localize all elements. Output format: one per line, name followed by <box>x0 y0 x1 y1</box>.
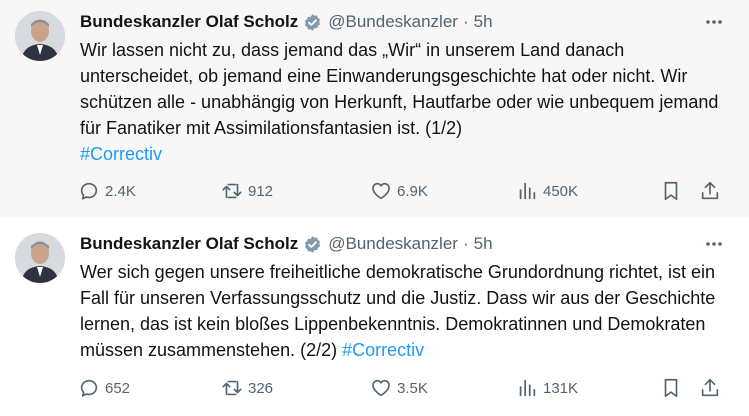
repost-button[interactable]: 912 <box>221 180 273 202</box>
like-icon <box>372 182 390 200</box>
tweet-text: Wer sich gegen unsere freiheitliche demo… <box>80 259 730 363</box>
author-name[interactable]: Bundeskanzler Olaf Scholz <box>80 234 298 254</box>
tweet-text: Wir lassen nicht zu, dass jemand das „Wi… <box>80 37 730 167</box>
like-button[interactable]: 6.9K <box>370 180 428 202</box>
separator-dot: · <box>462 234 469 253</box>
author-name[interactable]: Bundeskanzler Olaf Scholz <box>80 12 298 32</box>
timestamp[interactable]: 5h <box>474 12 493 32</box>
views-count: 450K <box>543 182 579 200</box>
tweet-2[interactable]: Bundeskanzler Olaf Scholz @Bundeskanzler… <box>0 218 749 416</box>
bookmark-button[interactable] <box>660 180 682 202</box>
like-count: 6.9K <box>397 182 428 200</box>
verified-badge-icon <box>303 13 322 32</box>
reply-icon <box>80 182 98 200</box>
separator-dot: · <box>462 12 469 31</box>
share-icon <box>701 378 719 397</box>
repost-count: 326 <box>248 379 274 397</box>
reply-icon <box>80 379 98 397</box>
tweet-body: Wir lassen nicht zu, dass jemand das „Wi… <box>80 40 719 138</box>
tweet-header: Bundeskanzler Olaf Scholz @Bundeskanzler… <box>80 233 493 255</box>
views-button[interactable]: 450K <box>516 180 578 202</box>
bookmark-icon <box>664 378 678 398</box>
repost-icon <box>222 380 242 396</box>
repost-button[interactable]: 326 <box>221 377 273 399</box>
verified-badge-icon <box>303 235 322 254</box>
like-button[interactable]: 3.5K <box>370 377 428 399</box>
more-icon[interactable] <box>703 11 725 33</box>
tweet-1[interactable]: Bundeskanzler Olaf Scholz @Bundeskanzler… <box>0 0 749 218</box>
bookmark-button[interactable] <box>660 377 682 399</box>
reply-count: 652 <box>105 379 131 397</box>
reply-button[interactable]: 652 <box>78 377 130 399</box>
author-handle[interactable]: @Bundeskanzler <box>328 234 458 254</box>
hashtag-link[interactable]: #Correctiv <box>342 340 424 360</box>
tweet-actions: 2.4K 912 6.9K 450K <box>78 180 728 202</box>
views-button[interactable]: 131K <box>516 377 578 399</box>
author-handle[interactable]: @Bundeskanzler <box>328 12 458 32</box>
tweet-header: Bundeskanzler Olaf Scholz @Bundeskanzler… <box>80 11 493 33</box>
repost-count: 912 <box>248 182 274 200</box>
timestamp[interactable]: 5h <box>474 234 493 254</box>
share-button[interactable] <box>699 377 721 399</box>
views-count: 131K <box>543 379 579 397</box>
avatar[interactable] <box>15 11 65 61</box>
share-button[interactable] <box>699 180 721 202</box>
avatar[interactable] <box>15 233 65 283</box>
like-icon <box>372 379 390 397</box>
views-icon <box>519 182 536 200</box>
tweet-actions: 652 326 3.5K 131K <box>78 377 728 399</box>
views-icon <box>519 379 536 397</box>
share-icon <box>701 181 719 200</box>
reply-button[interactable]: 2.4K <box>78 180 136 202</box>
repost-icon <box>222 183 242 199</box>
more-icon[interactable] <box>703 233 725 255</box>
bookmark-icon <box>664 181 678 201</box>
reply-count: 2.4K <box>105 182 136 200</box>
like-count: 3.5K <box>397 379 428 397</box>
hashtag-link[interactable]: #Correctiv <box>80 144 162 164</box>
